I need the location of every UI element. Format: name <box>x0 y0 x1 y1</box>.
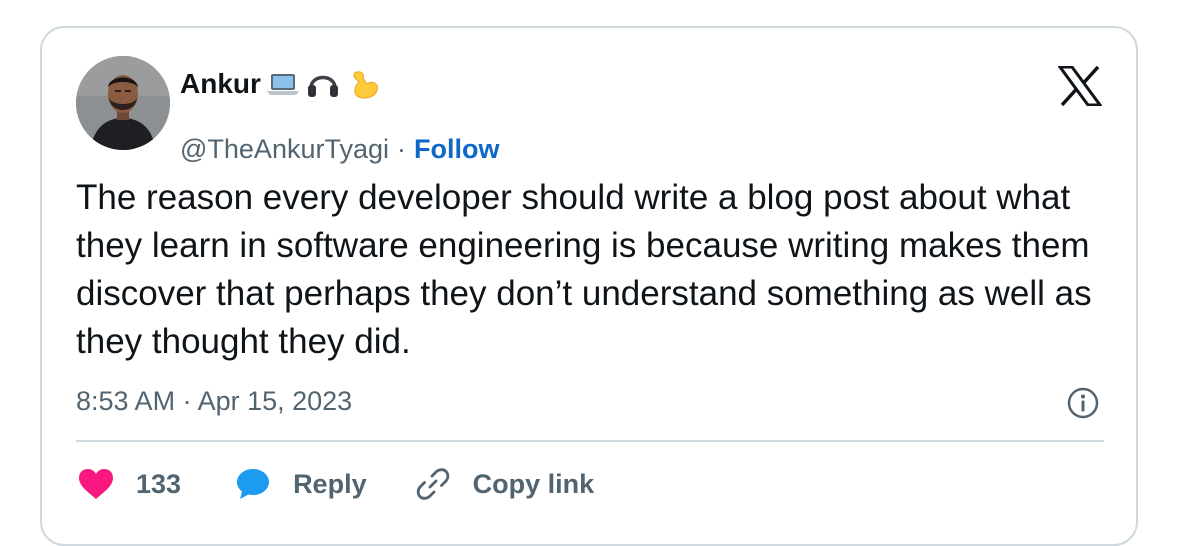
follow-link[interactable]: Follow <box>414 134 499 165</box>
headphone-icon <box>305 66 341 102</box>
name-row: Ankur <box>180 66 381 102</box>
tweet-text: The reason every developer should write … <box>76 178 1092 361</box>
avatar[interactable] <box>76 56 170 150</box>
action-bar: 133 Reply Copy link <box>78 462 594 506</box>
reply-bubble-icon <box>235 467 271 501</box>
flexed-biceps-icon <box>345 66 381 102</box>
divider <box>76 440 1104 442</box>
info-icon[interactable] <box>1066 386 1100 420</box>
reply-button[interactable]: Reply <box>235 467 367 501</box>
like-count: 133 <box>136 468 182 499</box>
like-button[interactable]: 133 <box>78 468 181 500</box>
tweet-card: Ankur @TheAnkurTyagi · Follow The reason… <box>40 26 1138 546</box>
link-icon <box>415 466 451 502</box>
heart-icon <box>78 468 114 500</box>
user-handle[interactable]: @TheAnkurTyagi <box>180 134 389 165</box>
x-logo-icon[interactable] <box>1057 65 1103 107</box>
laptop-emoji-icon <box>265 66 301 102</box>
handle-row: @TheAnkurTyagi · Follow <box>180 134 499 165</box>
display-name[interactable]: Ankur <box>180 68 261 100</box>
separator-dot: · <box>397 134 406 164</box>
reply-label: Reply <box>293 468 367 499</box>
copy-link-button[interactable]: Copy link <box>415 466 595 502</box>
tweet-timestamp[interactable]: 8:53 AM · Apr 15, 2023 <box>76 386 352 417</box>
copy-link-label: Copy link <box>472 468 595 499</box>
